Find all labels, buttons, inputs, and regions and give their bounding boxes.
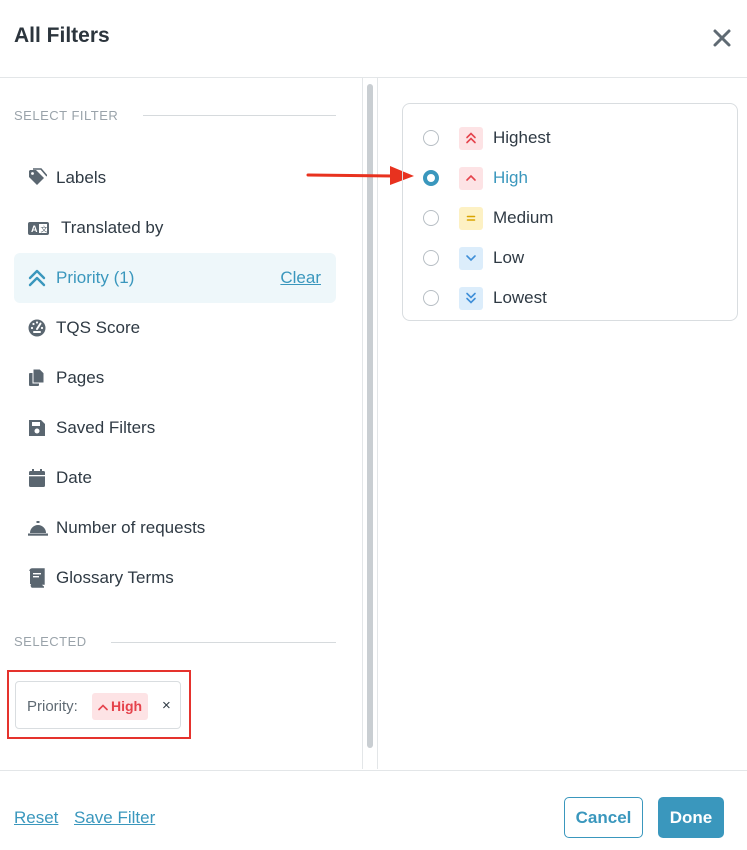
dialog-header: All Filters: [0, 0, 747, 78]
filter-item-label: Translated by: [61, 218, 164, 237]
selected-filter-chip: Priority: High ×: [15, 681, 181, 729]
highlight-box: Priority: High ×: [7, 670, 191, 739]
filter-item-label: Date: [56, 468, 92, 487]
radio-button[interactable]: [423, 290, 439, 306]
priority-options-panel: Highest High Medium Low Lowest: [402, 103, 738, 321]
tag-icon: [27, 168, 48, 188]
filter-item-tqs-score[interactable]: TQS Score: [14, 303, 336, 353]
filter-item-labels[interactable]: Labels: [14, 153, 336, 203]
selected-heading: SELECTED: [14, 634, 87, 649]
filter-item-priority[interactable]: Priority (1) Clear: [14, 253, 336, 303]
priority-badge: High: [92, 693, 149, 720]
filter-item-label: Pages: [56, 368, 105, 387]
priority-option-medium[interactable]: Medium: [403, 198, 737, 238]
filter-item-glossary-terms[interactable]: Glossary Terms: [14, 553, 336, 603]
select-filter-heading: SELECT FILTER: [14, 108, 119, 123]
divider: [111, 642, 336, 643]
priority-option-highest[interactable]: Highest: [403, 118, 737, 158]
svg-text:A: A: [31, 224, 38, 234]
filter-item-saved-filters[interactable]: Saved Filters: [14, 403, 336, 453]
option-label: Lowest: [493, 288, 547, 307]
cancel-button[interactable]: Cancel: [564, 797, 643, 838]
service-bell-icon: [27, 518, 48, 538]
dialog-footer: Reset Save Filter Cancel Done: [0, 770, 747, 850]
filter-item-pages[interactable]: Pages: [14, 353, 336, 403]
option-label: Medium: [493, 208, 554, 227]
radio-button[interactable]: [423, 250, 439, 266]
radio-button[interactable]: [423, 210, 439, 226]
reset-link[interactable]: Reset: [14, 808, 58, 828]
priority-option-low[interactable]: Low: [403, 238, 737, 278]
filter-item-label: TQS Score: [56, 318, 141, 337]
dialog-title: All Filters: [14, 24, 110, 47]
option-label: High: [493, 168, 528, 187]
translate-icon: A文: [27, 218, 49, 238]
radio-button[interactable]: [423, 170, 439, 186]
filter-item-label: Number of requests: [56, 518, 206, 537]
chip-key: Priority:: [27, 698, 78, 715]
double-chevron-down-icon: [459, 287, 483, 310]
book-icon: [27, 568, 47, 588]
filter-item-label: Glossary Terms: [56, 568, 174, 587]
save-filter-link[interactable]: Save Filter: [74, 808, 155, 828]
svg-text:文: 文: [41, 225, 48, 234]
done-button[interactable]: Done: [658, 797, 724, 838]
filter-item-date[interactable]: Date: [14, 453, 336, 503]
priority-option-lowest[interactable]: Lowest: [403, 278, 737, 318]
gauge-icon: [27, 318, 47, 338]
option-label: Highest: [493, 128, 551, 147]
clear-priority-link[interactable]: Clear: [280, 268, 321, 288]
divider: [143, 115, 336, 116]
chevron-up-icon: [98, 704, 108, 711]
chevron-down-icon: [459, 247, 483, 270]
radio-button[interactable]: [423, 130, 439, 146]
filter-item-number-of-requests[interactable]: Number of requests: [14, 503, 336, 553]
floppy-disk-icon: [27, 418, 47, 438]
option-label: Low: [493, 248, 525, 267]
pages-icon: [27, 368, 47, 388]
remove-chip-button[interactable]: ×: [162, 697, 171, 714]
equals-icon: [459, 207, 483, 230]
calendar-icon: [27, 468, 47, 488]
double-chevron-up-icon: [27, 268, 47, 288]
annotation-arrow-icon: [306, 166, 414, 185]
filter-item-translated-by[interactable]: A文 Translated by: [14, 203, 336, 253]
filter-item-label: Priority (1): [56, 268, 135, 287]
close-icon[interactable]: [708, 24, 736, 52]
priority-badge-label: High: [111, 698, 143, 714]
filter-item-label: Labels: [56, 168, 107, 187]
chevron-up-icon: [459, 167, 483, 190]
double-chevron-up-icon: [459, 127, 483, 150]
filter-item-label: Saved Filters: [56, 418, 156, 437]
priority-option-high[interactable]: High: [403, 158, 737, 198]
